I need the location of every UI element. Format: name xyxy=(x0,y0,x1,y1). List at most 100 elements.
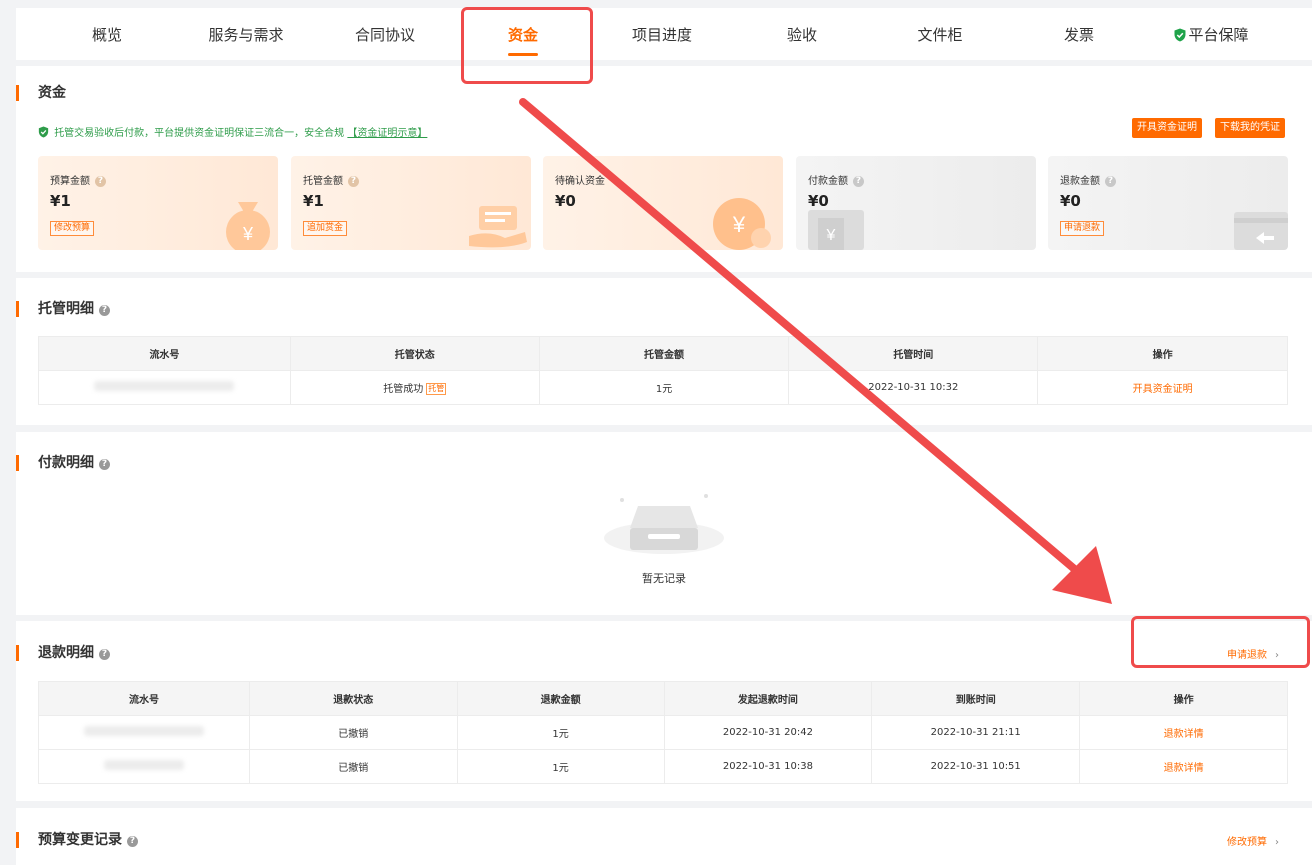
col-action: 操作 xyxy=(1079,681,1288,716)
refund-card-label: 退款金额 xyxy=(1060,176,1100,187)
tab-platform-guarantee-label: 平台保障 xyxy=(1188,26,1249,44)
empty-text: 暂无记录 xyxy=(642,572,686,585)
edit-budget-button[interactable]: 修改预算 xyxy=(50,221,95,236)
col-start-time: 发起退款时间 xyxy=(663,681,873,716)
svg-text:¥: ¥ xyxy=(242,224,254,244)
shield-check-icon xyxy=(38,126,49,138)
escrow-title: 托管明细? xyxy=(16,300,110,318)
help-icon[interactable]: ? xyxy=(1105,176,1116,187)
refund-card: 退款金额? ¥0 申请退款 xyxy=(1048,156,1288,250)
tab-invoice[interactable]: 发票 xyxy=(1064,8,1094,60)
col-amount: 托管金额 xyxy=(538,336,790,371)
apply-refund-link[interactable]: 申请退款 › xyxy=(1227,646,1279,661)
help-icon[interactable]: ? xyxy=(348,176,359,187)
chevron-right-icon: › xyxy=(1275,837,1279,848)
amount-cell: 1元 xyxy=(456,715,665,750)
arrive-time-cell: 2022-10-31 21:11 xyxy=(871,715,1081,750)
serial-cell xyxy=(38,749,250,784)
table-row: 已撤销 1元 2022-10-31 20:42 2022-10-31 21:11… xyxy=(38,715,1288,750)
empty-inbox-icon xyxy=(604,494,724,554)
status-text: 托管成功 xyxy=(383,384,424,395)
budget-card-amount: ¥1 xyxy=(50,192,71,210)
svg-text:¥: ¥ xyxy=(826,227,836,244)
payments-panel: 付款明细? 暂无记录 xyxy=(16,432,1312,615)
budget-card-label: 预算金额 xyxy=(50,176,90,187)
tab-acceptance[interactable]: 验收 xyxy=(787,8,817,60)
pending-card-label: 待确认资金 xyxy=(555,176,605,187)
help-icon[interactable]: ? xyxy=(95,176,106,187)
budget-log-panel: 预算变更记录? xyxy=(16,808,1312,865)
status-cell: 已撤销 xyxy=(248,749,458,784)
payments-title: 付款明细? xyxy=(16,454,110,472)
svg-text:¥: ¥ xyxy=(732,212,746,237)
table-row: 托管成功 托管 1元 2022-10-31 10:32 开具资金证明 xyxy=(38,370,1288,405)
help-icon[interactable]: ? xyxy=(127,836,138,847)
refunds-table: 流水号 退款状态 退款金额 发起退款时间 到账时间 操作 已撤销 1元 2022… xyxy=(38,681,1288,784)
arrive-time-cell: 2022-10-31 10:51 xyxy=(871,749,1081,784)
refund-detail-link[interactable]: 退款详情 xyxy=(1164,729,1204,740)
tab-file-cabinet[interactable]: 文件柜 xyxy=(917,8,962,60)
pending-card: 待确认资金 ¥0 ¥ xyxy=(543,156,783,250)
col-arrive-time: 到账时间 xyxy=(871,681,1081,716)
payment-card-label: 付款金额 xyxy=(808,176,848,187)
edit-budget-label: 修改预算 xyxy=(1227,837,1267,848)
tab-contract[interactable]: 合同协议 xyxy=(355,8,415,60)
apply-refund-label: 申请退款 xyxy=(1227,650,1267,661)
amount-cell: 1元 xyxy=(538,370,790,405)
help-icon[interactable]: ? xyxy=(99,305,110,316)
time-cell: 2022-10-31 10:32 xyxy=(788,370,1039,405)
help-icon[interactable]: ? xyxy=(99,649,110,660)
funds-title: 资金 xyxy=(16,84,66,102)
refunds-title: 退款明细? xyxy=(16,644,110,662)
amount-cell: 1元 xyxy=(456,749,665,784)
chevron-right-icon: › xyxy=(1275,650,1279,661)
payment-card: 付款金额? ¥0 ¥ xyxy=(796,156,1036,250)
refund-card-icon xyxy=(1234,212,1288,250)
add-bounty-button[interactable]: 追加赏金 xyxy=(303,221,348,236)
serial-cell xyxy=(38,370,291,405)
serial-cell xyxy=(38,715,250,750)
escrow-card-amount: ¥1 xyxy=(303,192,324,210)
shield-check-icon xyxy=(1174,28,1186,42)
redacted-serial xyxy=(103,760,184,770)
col-serial: 流水号 xyxy=(38,681,250,716)
refund-card-amount: ¥0 xyxy=(1060,192,1081,210)
escrow-tag: 托管 xyxy=(426,383,447,395)
help-icon[interactable]: ? xyxy=(853,176,864,187)
issue-certificate-link[interactable]: 开具资金证明 xyxy=(1133,384,1193,395)
funds-proof-sample-link[interactable]: 【资金证明示意】 xyxy=(347,128,427,139)
hand-card-icon xyxy=(469,206,527,248)
download-voucher-button[interactable]: 下载我的凭证 xyxy=(1215,118,1285,138)
action-cell: 退款详情 xyxy=(1079,749,1288,784)
tab-service-demand[interactable]: 服务与需求 xyxy=(208,8,283,60)
refund-detail-link[interactable]: 退款详情 xyxy=(1164,763,1204,774)
redacted-serial xyxy=(83,726,204,736)
escrow-card: 托管金额? ¥1 追加赏金 xyxy=(291,156,531,250)
table-row: 已撤销 1元 2022-10-31 10:38 2022-10-31 10:51… xyxy=(38,749,1288,784)
funds-notice-text: 托管交易验收后付款，平台提供资金证明保证三流合一，安全合规 xyxy=(54,128,345,139)
table-header-row: 流水号 托管状态 托管金额 托管时间 操作 xyxy=(38,336,1288,371)
status-cell: 已撤销 xyxy=(248,715,458,750)
tab-progress[interactable]: 项目进度 xyxy=(632,8,692,60)
tab-funds[interactable]: 资金 xyxy=(508,8,538,60)
issue-certificate-button[interactable]: 开具资金证明 xyxy=(1132,118,1202,138)
escrow-card-label: 托管金额 xyxy=(303,176,343,187)
help-icon[interactable]: ? xyxy=(99,459,110,470)
top-nav: 概览 服务与需求 合同协议 资金 项目进度 验收 文件柜 发票 平台保障 xyxy=(16,8,1312,60)
funds-notice: 托管交易验收后付款，平台提供资金证明保证三流合一，安全合规 【资金证明示意】 xyxy=(38,124,427,139)
wallet-icon: ¥ xyxy=(808,210,864,250)
col-action: 操作 xyxy=(1037,336,1288,371)
yen-coin-icon: ¥ xyxy=(713,198,771,250)
escrow-table: 流水号 托管状态 托管金额 托管时间 操作 托管成功 托管 1元 2022-10-… xyxy=(38,336,1288,405)
col-amount: 退款金额 xyxy=(456,681,665,716)
table-header-row: 流水号 退款状态 退款金额 发起退款时间 到账时间 操作 xyxy=(38,681,1288,716)
tab-platform-guarantee[interactable]: 平台保障 xyxy=(1173,8,1249,60)
budget-card: 预算金额? ¥1 修改预算 ¥ xyxy=(38,156,278,250)
tab-overview[interactable]: 概览 xyxy=(92,8,122,60)
col-serial: 流水号 xyxy=(38,336,291,371)
status-cell: 托管成功 托管 xyxy=(289,370,540,405)
apply-refund-card-button[interactable]: 申请退款 xyxy=(1060,221,1105,236)
col-status: 退款状态 xyxy=(248,681,458,716)
edit-budget-link[interactable]: 修改预算 › xyxy=(1227,833,1279,848)
budget-log-title: 预算变更记录? xyxy=(16,831,138,849)
